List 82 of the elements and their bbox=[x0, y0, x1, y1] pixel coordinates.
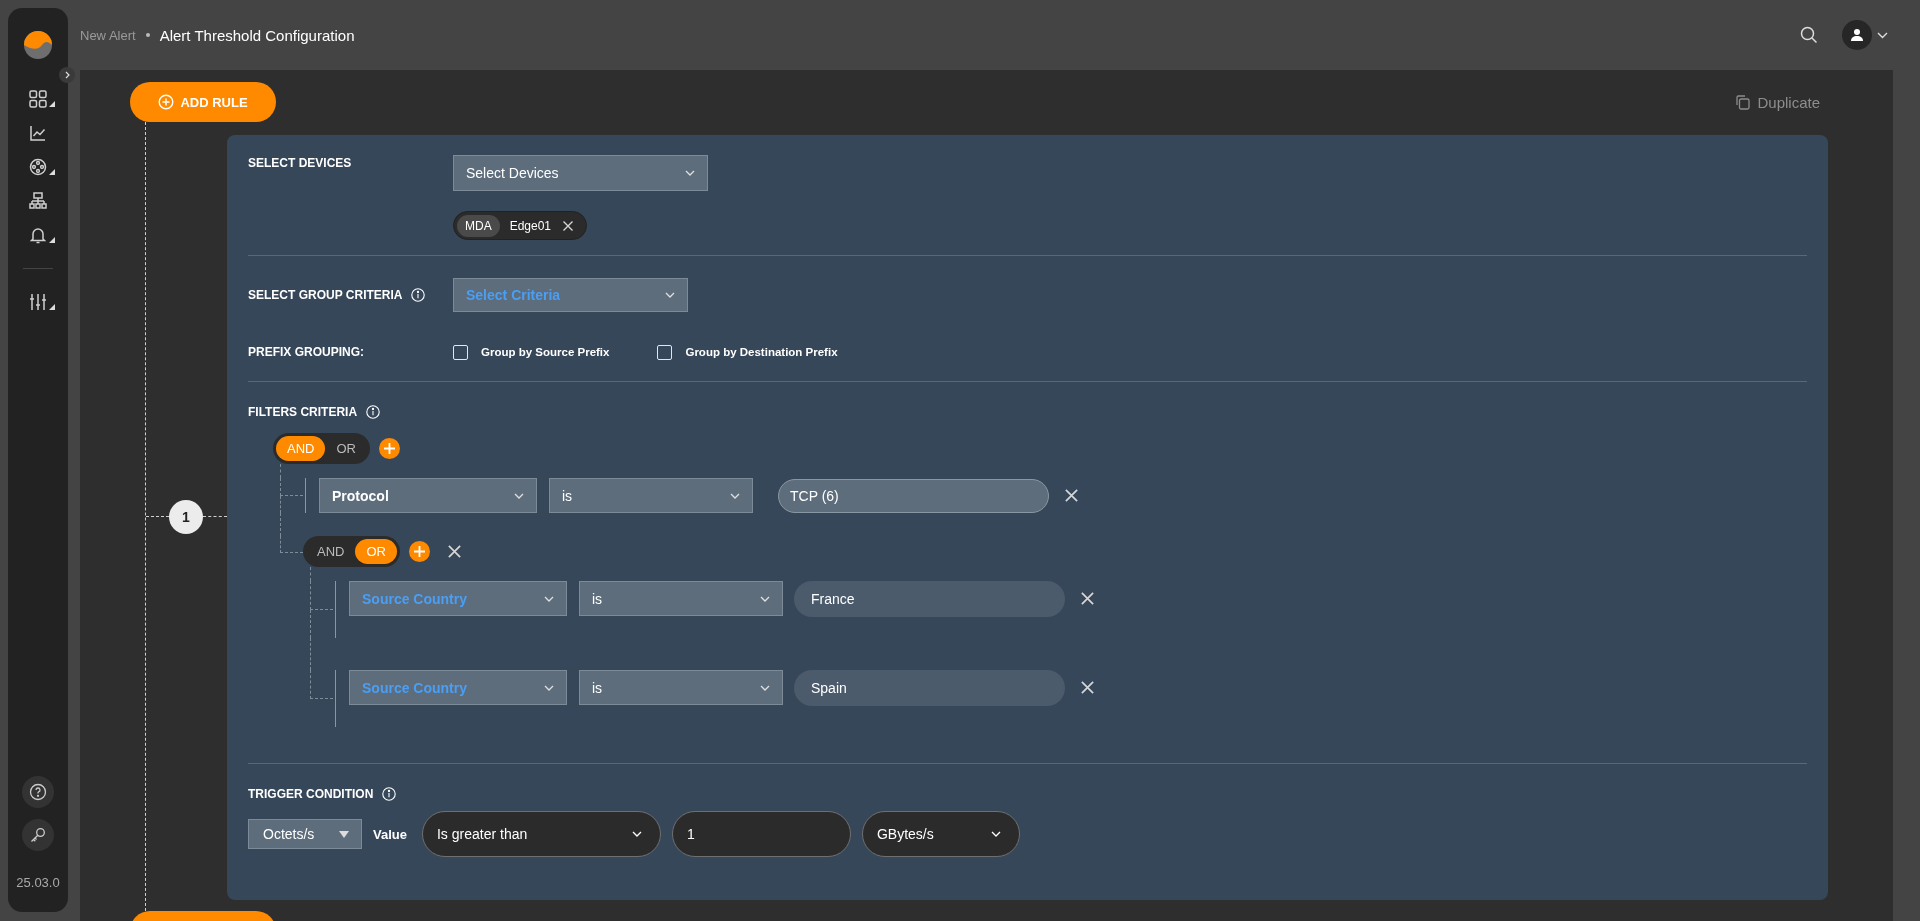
add-filter-button[interactable] bbox=[378, 438, 400, 459]
search-icon[interactable] bbox=[1800, 26, 1818, 44]
user-icon bbox=[1850, 28, 1864, 42]
help-button[interactable] bbox=[22, 776, 54, 808]
checkbox-label: Group by Destination Prefix bbox=[685, 346, 838, 358]
chevron-down-icon bbox=[730, 492, 740, 499]
chevron-down-icon bbox=[544, 595, 554, 602]
metric-dropdown[interactable]: Octets/s bbox=[248, 819, 362, 849]
chevron-down-icon bbox=[544, 684, 554, 691]
section-label: FILTERS CRITERIA bbox=[248, 404, 358, 420]
remove-button[interactable] bbox=[1080, 680, 1095, 695]
remove-button[interactable] bbox=[1064, 488, 1079, 503]
logic-option[interactable]: AND bbox=[306, 539, 356, 564]
caret-icon bbox=[339, 830, 349, 838]
device-name: Edge01 bbox=[509, 218, 552, 233]
sliders-icon bbox=[28, 292, 48, 312]
field-dropdown[interactable]: Protocol bbox=[319, 478, 537, 513]
caret-icon bbox=[49, 304, 55, 310]
chevron-down-icon bbox=[665, 292, 675, 298]
plus-icon bbox=[383, 443, 395, 454]
key-icon bbox=[29, 826, 47, 844]
remove-button[interactable] bbox=[1080, 591, 1095, 606]
chevron-right-icon bbox=[63, 71, 71, 79]
chevron-down-icon bbox=[514, 492, 524, 499]
target-icon bbox=[28, 157, 48, 177]
grid-icon bbox=[28, 89, 48, 109]
operator-dropdown[interactable]: is bbox=[579, 581, 783, 616]
key-button[interactable] bbox=[22, 819, 54, 851]
value-field[interactable]: Spain bbox=[794, 669, 1065, 706]
devices-dropdown[interactable]: Select Devices bbox=[453, 155, 708, 191]
info-icon bbox=[411, 288, 426, 302]
line-chart-icon bbox=[28, 123, 48, 143]
close-icon bbox=[1080, 591, 1095, 606]
sitemap-icon bbox=[28, 191, 48, 211]
page-title: Alert Threshold Configuration bbox=[159, 26, 355, 44]
logo-icon bbox=[23, 30, 53, 60]
help-icon bbox=[29, 783, 47, 801]
section-label: PREFIX GROUPING: bbox=[248, 344, 364, 360]
info-icon bbox=[366, 405, 381, 419]
unit-dropdown[interactable]: GBytes/s bbox=[861, 811, 1020, 857]
comparison-dropdown[interactable]: Is greater than bbox=[421, 811, 661, 857]
plus-circle-icon bbox=[158, 94, 175, 110]
close-icon bbox=[1080, 680, 1095, 695]
caret-icon bbox=[49, 169, 55, 175]
operator-dropdown[interactable]: is bbox=[579, 670, 783, 705]
duplicate-button[interactable]: Duplicate bbox=[1734, 93, 1820, 111]
avatar-button[interactable] bbox=[1842, 20, 1872, 50]
checkbox-label: Group by Source Prefix bbox=[481, 346, 610, 358]
rule-number: 1 bbox=[169, 499, 203, 534]
expand-button[interactable] bbox=[59, 67, 75, 83]
section-label: SELECT GROUP CRITERIA bbox=[248, 287, 403, 303]
breadcrumb-link[interactable]: New Alert bbox=[80, 27, 136, 43]
value-field[interactable]: France bbox=[794, 580, 1065, 617]
bell-icon bbox=[28, 225, 48, 245]
info-icon bbox=[382, 787, 397, 801]
add-filter-button[interactable] bbox=[408, 541, 430, 562]
close-icon bbox=[1064, 488, 1079, 503]
plus-icon bbox=[413, 546, 425, 557]
close-icon bbox=[446, 544, 462, 559]
section-label: TRIGGER CONDITION bbox=[248, 786, 374, 802]
section-label: SELECT DEVICES bbox=[248, 155, 352, 171]
version-label: 25.03.0 bbox=[16, 876, 60, 890]
operator-dropdown[interactable]: is bbox=[549, 478, 753, 513]
chevron-down-icon bbox=[685, 170, 695, 176]
remove-group-button[interactable] bbox=[446, 544, 462, 559]
copy-icon bbox=[1734, 93, 1752, 111]
caret-icon bbox=[49, 101, 55, 107]
chevron-down-icon[interactable] bbox=[1877, 31, 1888, 39]
chevron-down-icon bbox=[990, 831, 1001, 837]
checkbox[interactable] bbox=[657, 344, 673, 360]
logic-option[interactable]: OR bbox=[325, 436, 367, 461]
caret-icon bbox=[49, 237, 55, 243]
device-type-badge: MDA bbox=[457, 214, 500, 237]
chevron-down-icon bbox=[760, 684, 770, 691]
close-icon bbox=[562, 219, 575, 232]
value-label: Value bbox=[373, 826, 407, 842]
chevron-down-icon bbox=[631, 831, 642, 837]
chevron-down-icon bbox=[760, 595, 770, 602]
threshold-input[interactable]: 1 bbox=[671, 811, 851, 857]
value-field[interactable]: TCP (6) bbox=[778, 478, 1049, 513]
remove-chip-button[interactable] bbox=[562, 219, 575, 232]
checkbox[interactable] bbox=[453, 344, 468, 360]
